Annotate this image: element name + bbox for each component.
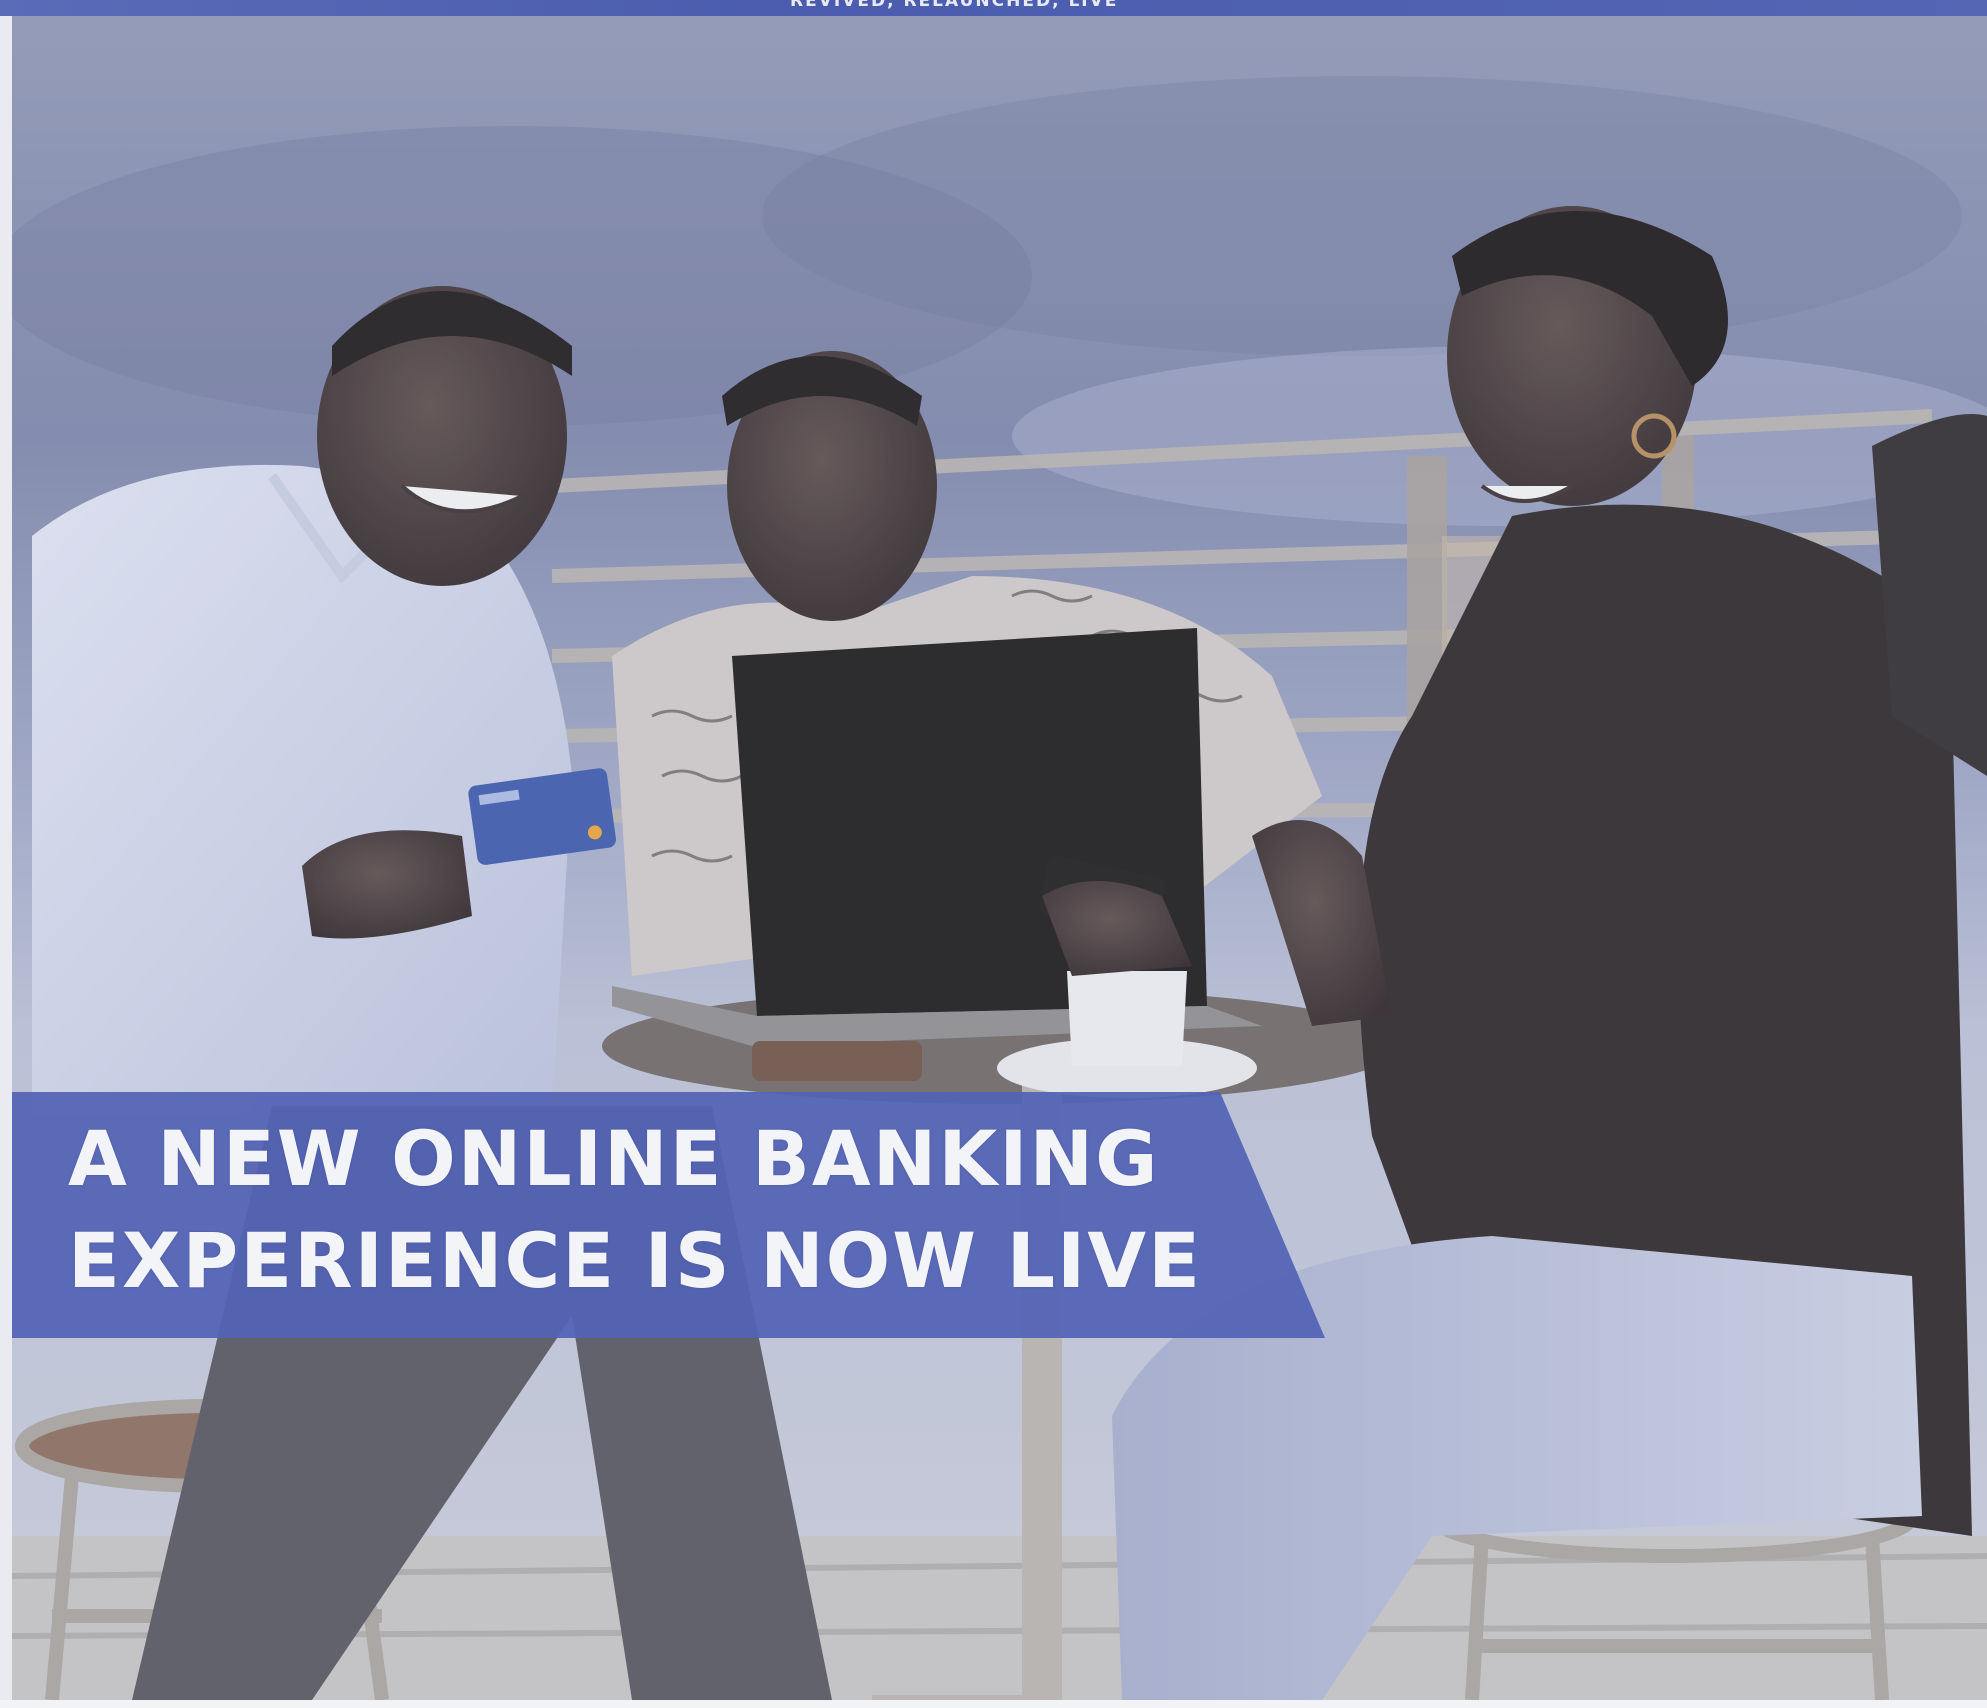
advertisement: REVIVED, RELAUNCHED, LIVE A NEW ONLINE B… bbox=[0, 0, 1987, 1708]
headline: A NEW ONLINE BANKING EXPERIENCE IS NOW L… bbox=[68, 1108, 1202, 1312]
headline-line-1: A NEW ONLINE BANKING bbox=[68, 1114, 1160, 1203]
headline-line-2: EXPERIENCE IS NOW LIVE bbox=[68, 1216, 1203, 1305]
page-edge bbox=[0, 1700, 1987, 1708]
